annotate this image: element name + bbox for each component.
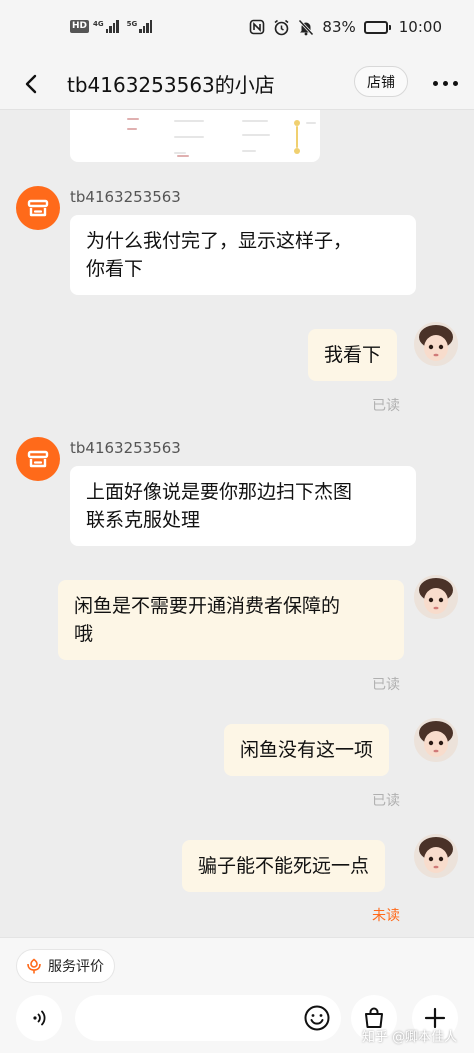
message-list[interactable]: tb4163253563 为什么我付完了，显示这样子， 你看下 我看下 已读 t… <box>0 110 474 937</box>
sender-name: tb4163253563 <box>70 188 181 206</box>
shop-store-icon <box>27 199 49 217</box>
page-title: tb4163253563的小店 <box>67 73 275 97</box>
read-status: 已读 <box>372 793 400 809</box>
status-bar: HD 4G 5G 83% 10:00 <box>0 0 474 58</box>
sender-name: tb4163253563 <box>70 439 181 457</box>
network-indicators: HD 4G 5G <box>70 20 153 33</box>
message-line: 联系克服处理 <box>86 509 201 531</box>
signal-sim1-icon: 4G <box>93 20 119 33</box>
read-status: 已读 <box>372 398 400 414</box>
user-photo-icon <box>414 322 458 366</box>
read-status: 已读 <box>372 677 400 693</box>
message-line: 哦 <box>74 623 94 645</box>
message-line: 闲鱼是不需要开通消费者保障的 <box>74 595 341 617</box>
emoji-icon <box>304 1005 330 1031</box>
message-bubble[interactable]: 我看下 <box>308 329 398 381</box>
back-button[interactable] <box>18 70 46 98</box>
message-bubble[interactable]: 骗子能不能死远一点 <box>182 840 386 892</box>
shop-avatar[interactable] <box>16 186 60 230</box>
battery-icon <box>363 20 391 34</box>
hd-badge: HD <box>70 20 90 33</box>
shop-avatar[interactable] <box>16 437 60 481</box>
unread-status: 未读 <box>372 908 400 924</box>
watermark: 知乎 @卿本佳人 <box>362 1030 458 1045</box>
user-avatar[interactable] <box>414 718 458 762</box>
image-message-preview[interactable] <box>70 110 320 162</box>
more-options-button[interactable] <box>428 68 462 98</box>
user-photo-icon <box>414 575 458 619</box>
mute-icon <box>298 18 315 36</box>
system-indicators: 83% 10:00 <box>249 18 442 36</box>
user-avatar[interactable] <box>414 575 458 619</box>
message-line: 为什么我付完了，显示这样子， <box>86 230 353 252</box>
tulip-icon <box>27 958 41 974</box>
message-bubble[interactable]: 闲鱼是不需要开通消费者保障的 哦 <box>58 580 404 660</box>
signal-sim2-icon: 5G <box>127 20 153 33</box>
message-input[interactable] <box>89 995 289 1041</box>
message-bubble[interactable]: 闲鱼没有这一项 <box>224 724 390 776</box>
chat-header: tb4163253563的小店 店铺 <box>0 58 474 110</box>
voice-input-button[interactable] <box>16 995 62 1041</box>
service-review-button[interactable]: 服务评价 <box>16 949 115 983</box>
message-line: 你看下 <box>86 258 144 280</box>
message-line: 骗子能不能死远一点 <box>198 855 370 877</box>
alarm-icon <box>274 19 289 35</box>
shop-store-icon <box>27 450 49 468</box>
user-photo-icon <box>414 834 458 878</box>
voice-icon <box>33 1010 46 1026</box>
service-review-label: 服务评价 <box>48 959 104 975</box>
user-avatar[interactable] <box>414 834 458 878</box>
message-line: 上面好像说是要你那边扫下杰图 <box>86 481 353 503</box>
more-dots-icon <box>432 80 438 86</box>
input-area: 服务评价 知乎 @卿本佳人 <box>0 937 474 1053</box>
emoji-button[interactable] <box>300 995 334 1041</box>
battery-percent: 83% <box>322 18 356 36</box>
store-button[interactable]: 店铺 <box>354 66 408 97</box>
chevron-left-icon <box>25 74 37 94</box>
user-photo-icon <box>414 718 458 762</box>
sim2-network-label: 5G <box>126 20 138 28</box>
message-bubble[interactable]: 上面好像说是要你那边扫下杰图 联系克服处理 <box>70 466 416 546</box>
user-avatar[interactable] <box>414 322 458 366</box>
message-line: 闲鱼没有这一项 <box>240 739 374 761</box>
nfc-icon <box>250 19 265 35</box>
message-line: 我看下 <box>324 344 382 366</box>
clock: 10:00 <box>398 18 442 36</box>
sim1-network-label: 4G <box>93 20 104 28</box>
message-bubble[interactable]: 为什么我付完了，显示这样子， 你看下 <box>70 215 416 295</box>
